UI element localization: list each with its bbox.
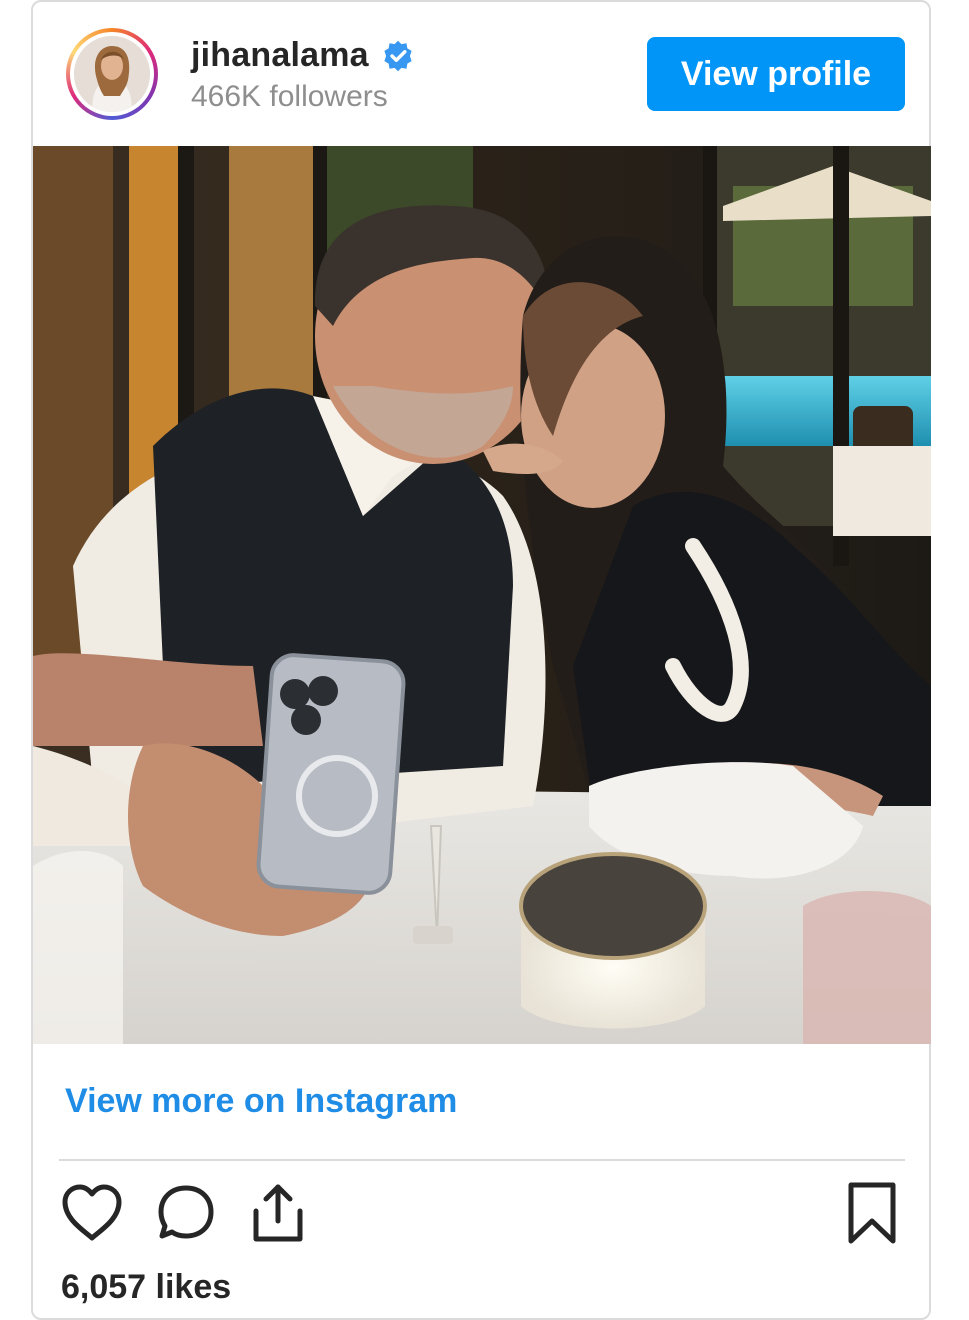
username-row: jihanalama — [191, 36, 415, 75]
avatar[interactable] — [74, 36, 150, 112]
view-profile-button[interactable]: View profile — [647, 37, 905, 111]
post-image — [33, 146, 931, 1044]
story-ring[interactable] — [66, 28, 158, 120]
post-header: jihanalama 466K followers View profile — [33, 2, 929, 146]
save-button[interactable] — [839, 1178, 905, 1248]
follower-count: 466K followers — [191, 80, 388, 113]
divider — [59, 1159, 905, 1161]
bookmark-icon — [848, 1182, 896, 1244]
verified-badge-icon — [384, 40, 412, 71]
post-photo[interactable] — [33, 146, 931, 1044]
share-button[interactable] — [245, 1178, 311, 1248]
action-bar — [33, 1178, 929, 1252]
comment-bubble-icon — [158, 1185, 214, 1239]
like-count[interactable]: 6,057 likes — [61, 1268, 231, 1307]
heart-icon — [62, 1184, 122, 1241]
share-icon — [253, 1184, 303, 1242]
comment-button[interactable] — [153, 1178, 219, 1248]
avatar-image — [74, 36, 150, 112]
instagram-embed-card: jihanalama 466K followers View profile V… — [31, 0, 931, 1320]
view-more-on-instagram-link[interactable]: View more on Instagram — [65, 1082, 457, 1121]
like-button[interactable] — [59, 1178, 125, 1248]
username[interactable]: jihanalama — [191, 36, 369, 75]
avatar-frame — [70, 32, 154, 116]
